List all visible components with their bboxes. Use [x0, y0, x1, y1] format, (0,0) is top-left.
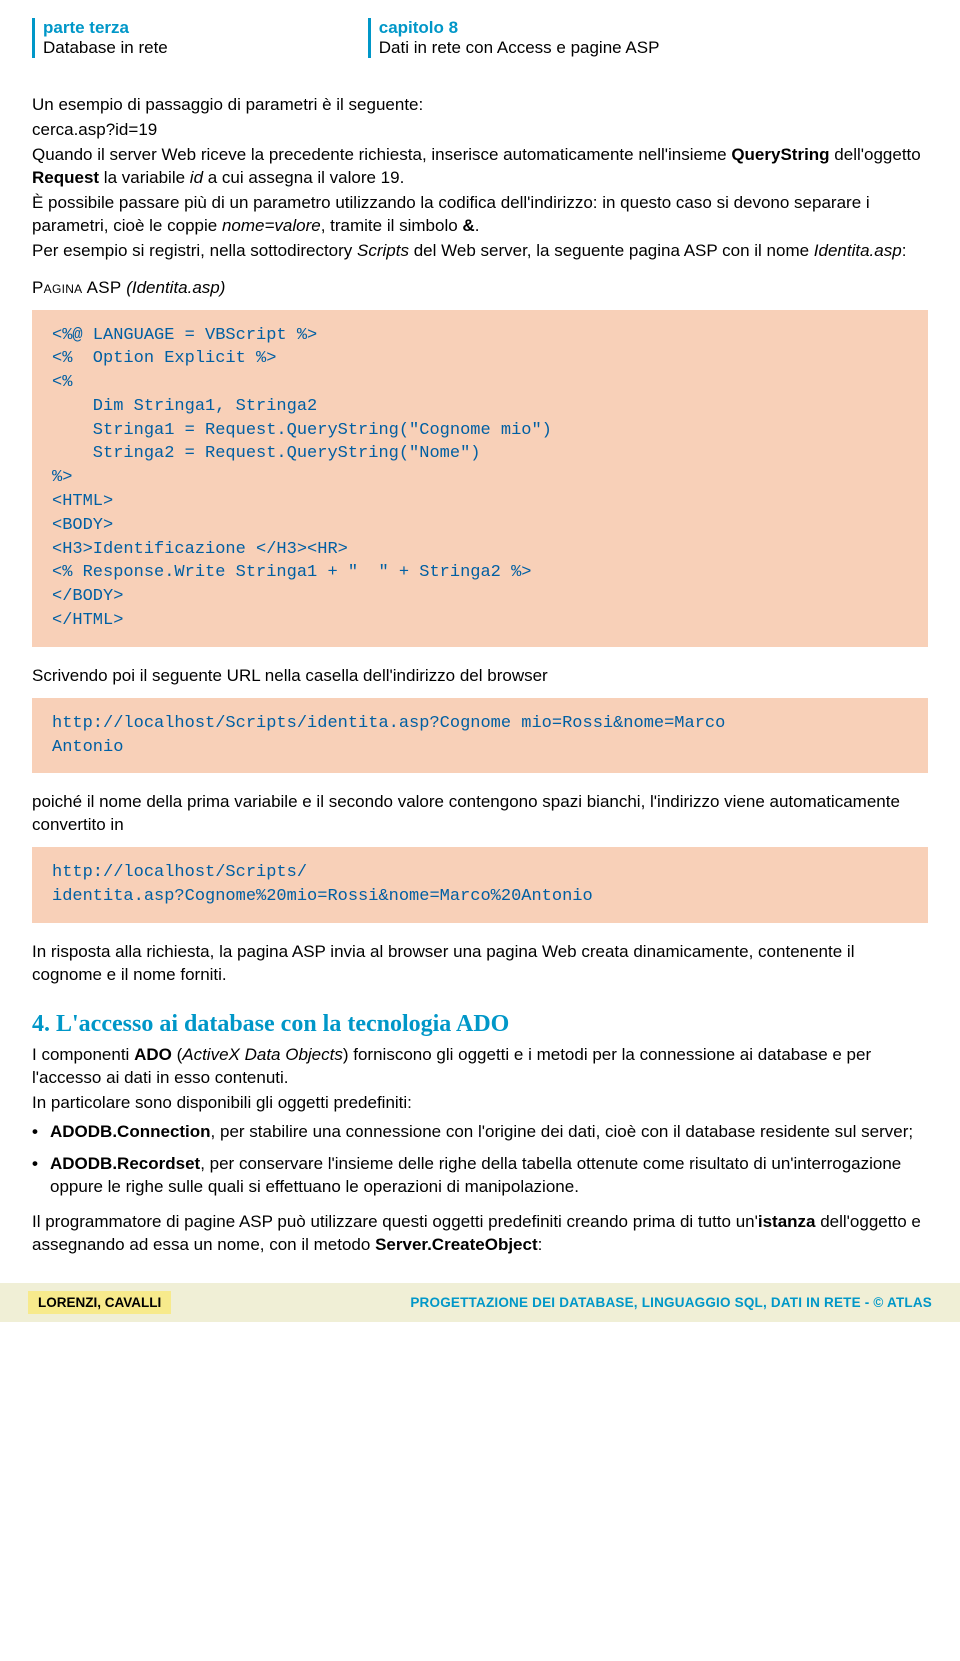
term-nome-valore: nome=valore	[222, 216, 321, 235]
term-request: Request	[32, 168, 99, 187]
text: del Web server, la seguente pagina ASP c…	[409, 241, 814, 260]
term-scripts: Scripts	[357, 241, 409, 260]
paragraph-createobject: Il programmatore di pagine ASP può utili…	[32, 1211, 928, 1257]
text: , tramite il simbolo	[321, 216, 463, 235]
term-istanza: istanza	[758, 1212, 816, 1231]
text: I componenti	[32, 1045, 134, 1064]
term-createobject: Server.CreateObject	[375, 1235, 538, 1254]
text: :	[538, 1235, 543, 1254]
paragraph-response: In risposta alla richiesta, la pagina AS…	[32, 941, 928, 987]
list-item: ADODB.Connection, per stabilire una conn…	[32, 1121, 928, 1144]
list-item: ADODB.Recordset, per conservare l'insiem…	[32, 1153, 928, 1199]
code-block-identita: <%@ LANGUAGE = VBScript %> <% Option Exp…	[32, 310, 928, 647]
paragraph-ado-intro: I componenti ADO (ActiveX Data Objects) …	[32, 1044, 928, 1090]
header-left-title: parte terza	[43, 18, 168, 38]
page-header: parte terza Database in rete capitolo 8 …	[32, 18, 928, 58]
term-id: id	[190, 168, 203, 187]
symbol-amp: &	[462, 216, 474, 235]
term-recordset: ADODB.Recordset	[50, 1154, 200, 1173]
term-identita: Identita.asp	[814, 241, 902, 260]
text: Il programmatore di pagine ASP può utili…	[32, 1212, 758, 1231]
code-block-url-encoded: http://localhost/Scripts/ identita.asp?C…	[32, 847, 928, 923]
text: Quando il server Web riceve la precedent…	[32, 145, 731, 164]
header-left-sub: Database in rete	[43, 38, 168, 58]
text: a cui assegna il valore 19.	[203, 168, 404, 187]
text: , per stabilire una connessione con l'or…	[211, 1122, 914, 1141]
code-label: Pagina ASP (Identita.asp)	[32, 277, 928, 300]
text: Per esempio si registri, nella sottodire…	[32, 241, 357, 260]
paragraph-encoding: poiché il nome della prima variabile e i…	[32, 791, 928, 837]
paragraph-multi-param: È possibile passare più di un parametro …	[32, 192, 928, 238]
text: (	[172, 1045, 182, 1064]
paragraph-querystring: Quando il server Web riceve la precedent…	[32, 144, 928, 190]
term-querystring: QueryString	[731, 145, 829, 164]
text: .	[475, 216, 480, 235]
term-ado: ADO	[134, 1045, 172, 1064]
paragraph-example-intro: Per esempio si registri, nella sottodire…	[32, 240, 928, 263]
footer-book-title: PROGETTAZIONE DEI DATABASE, LINGUAGGIO S…	[410, 1295, 932, 1310]
objects-list: ADODB.Connection, per stabilire una conn…	[32, 1121, 928, 1200]
term-ado-full: ActiveX Data Objects	[182, 1045, 343, 1064]
label-pagina-asp: Pagina ASP	[32, 278, 121, 297]
example-url: cerca.asp?id=19	[32, 119, 928, 142]
section-title-ado: 4. L'accesso ai database con la tecnolog…	[32, 1011, 928, 1038]
header-right: capitolo 8 Dati in rete con Access e pag…	[368, 18, 660, 58]
intro-line: Un esempio di passaggio di parametri è i…	[32, 94, 928, 117]
page-footer: LORENZI, CAVALLI PROGETTAZIONE DEI DATAB…	[0, 1283, 960, 1322]
text: :	[902, 241, 907, 260]
text: la variabile	[99, 168, 190, 187]
paragraph-url-intro: Scrivendo poi il seguente URL nella case…	[32, 665, 928, 688]
paragraph-objects-intro: In particolare sono disponibili gli ogge…	[32, 1092, 928, 1115]
label-filename: (Identita.asp)	[121, 278, 225, 297]
code-block-url-raw: http://localhost/Scripts/identita.asp?Co…	[32, 698, 928, 774]
text: dell'oggetto	[830, 145, 921, 164]
term-connection: ADODB.Connection	[50, 1122, 211, 1141]
footer-authors: LORENZI, CAVALLI	[28, 1291, 171, 1314]
header-left: parte terza Database in rete	[32, 18, 168, 58]
header-right-title: capitolo 8	[379, 18, 660, 38]
header-right-sub: Dati in rete con Access e pagine ASP	[379, 38, 660, 58]
